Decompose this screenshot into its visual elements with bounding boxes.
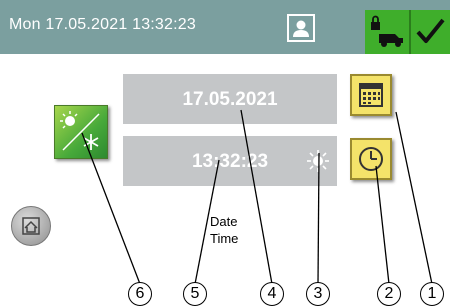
callout-4: 4 xyxy=(260,282,284,306)
callout-2: 2 xyxy=(377,282,401,306)
callout-3: 3 xyxy=(306,282,330,306)
callout-lines xyxy=(81,109,433,285)
callout-5: 5 xyxy=(183,282,207,306)
callout-6: 6 xyxy=(128,282,152,306)
callout-1: 1 xyxy=(420,282,444,306)
